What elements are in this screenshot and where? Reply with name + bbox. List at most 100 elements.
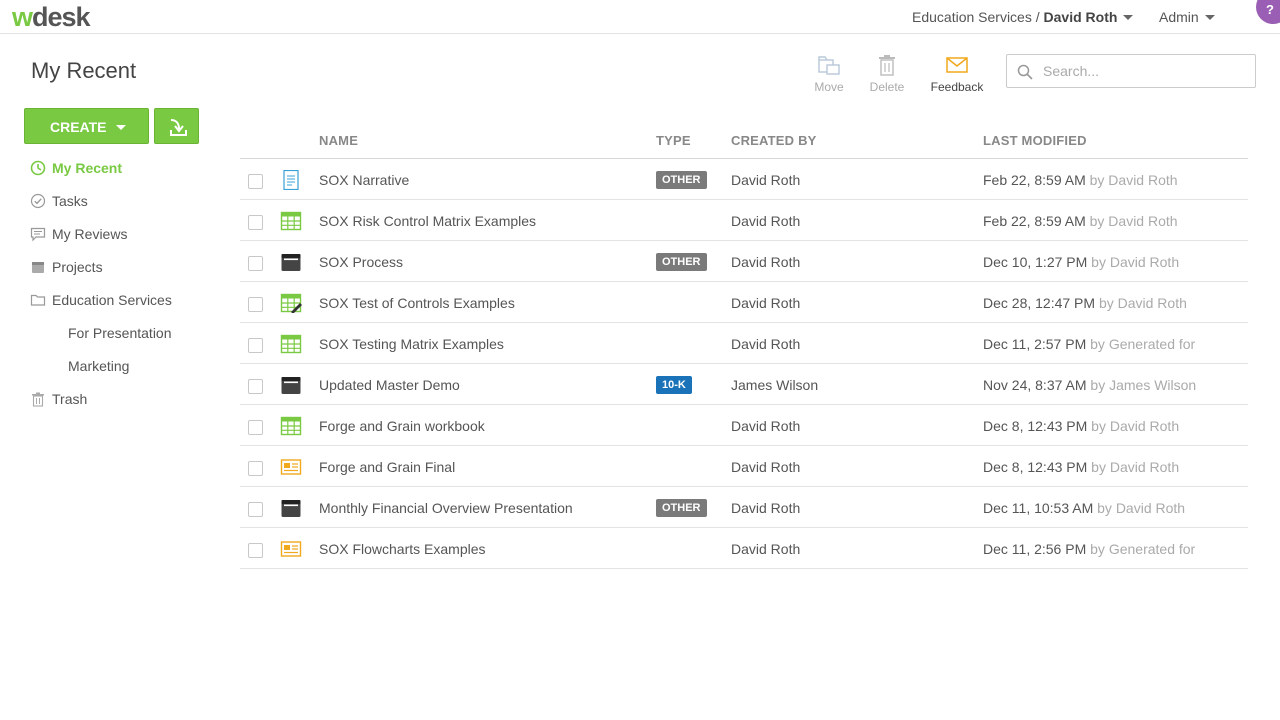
- modified-date: Dec 11, 10:53 AM: [983, 500, 1094, 516]
- org-switcher[interactable]: Education Services / David Roth: [912, 9, 1134, 25]
- file-name-link[interactable]: SOX Test of Controls Examples: [319, 295, 515, 311]
- created-by: David Roth: [731, 254, 801, 270]
- search-icon: [1017, 64, 1033, 80]
- modified-by: by James Wilson: [1090, 377, 1197, 393]
- last-modified: Dec 28, 12:47 PM by David Roth: [983, 295, 1187, 311]
- last-modified: Dec 8, 12:43 PM by David Roth: [983, 459, 1179, 475]
- modified-date: Feb 22, 8:59 AM: [983, 172, 1086, 188]
- modified-by: by David Roth: [1097, 500, 1186, 516]
- file-name-link[interactable]: SOX Process: [319, 254, 403, 270]
- chevron-down-icon: [116, 125, 126, 130]
- created-by: David Roth: [731, 418, 801, 434]
- file-name-link[interactable]: SOX Flowcharts Examples: [319, 541, 486, 557]
- modified-date: Nov 24, 8:37 AM: [983, 377, 1087, 393]
- move-button[interactable]: Move: [808, 54, 850, 94]
- modified-date: Dec 11, 2:56 PM: [983, 541, 1087, 557]
- file-name-link[interactable]: SOX Testing Matrix Examples: [319, 336, 504, 352]
- column-header-last-modified[interactable]: LAST MODIFIED: [983, 133, 1087, 148]
- modified-by: by David Roth: [1091, 418, 1180, 434]
- last-modified: Dec 10, 1:27 PM by David Roth: [983, 254, 1179, 270]
- table-row[interactable]: Monthly Financial Overview Presentation O…: [240, 487, 1248, 528]
- file-name-link[interactable]: Forge and Grain Final: [319, 459, 455, 475]
- table-row[interactable]: Forge and Grain Final David Roth Dec 8, 12…: [240, 446, 1248, 487]
- row-checkbox[interactable]: [248, 461, 263, 476]
- envelope-icon: [946, 57, 968, 73]
- create-button[interactable]: CREATE: [24, 108, 149, 144]
- created-by: David Roth: [731, 213, 801, 229]
- modified-by: by David Roth: [1091, 459, 1180, 475]
- help-button[interactable]: ?: [1256, 0, 1280, 24]
- last-modified: Dec 11, 2:56 PM by Generated for: [983, 541, 1195, 557]
- column-header-created-by[interactable]: CREATED BY: [731, 133, 817, 148]
- row-checkbox[interactable]: [248, 215, 263, 230]
- document-icon: [280, 169, 302, 191]
- spreadsheet-icon: [280, 334, 302, 354]
- table-row[interactable]: Updated Master Demo 10-K James Wilson Nov 2…: [240, 364, 1248, 405]
- trash-icon: [879, 55, 895, 76]
- row-checkbox[interactable]: [248, 543, 263, 558]
- last-modified: Dec 8, 12:43 PM by David Roth: [983, 418, 1179, 434]
- modified-date: Feb 22, 8:59 AM: [983, 213, 1086, 229]
- table-row[interactable]: SOX Flowcharts Examples David Roth Dec 11,…: [240, 528, 1248, 569]
- table-row[interactable]: SOX Test of Controls Examples David Roth D…: [240, 282, 1248, 323]
- type-badge: 10-K: [656, 376, 692, 394]
- last-modified: Dec 11, 10:53 AM by David Roth: [983, 500, 1185, 516]
- created-by: David Roth: [731, 172, 801, 188]
- column-header-name[interactable]: NAME: [319, 133, 358, 148]
- modified-date: Dec 11, 2:57 PM: [983, 336, 1087, 352]
- file-name-link[interactable]: Updated Master Demo: [319, 377, 460, 393]
- file-name-link[interactable]: SOX Risk Control Matrix Examples: [319, 213, 536, 229]
- delete-button[interactable]: Delete: [866, 54, 908, 94]
- table-row[interactable]: SOX Narrative OTHER David Roth Feb 22, 8:59…: [240, 159, 1248, 200]
- trash-icon: [32, 392, 44, 407]
- created-by: David Roth: [731, 295, 801, 311]
- binder-icon: [280, 252, 302, 272]
- chevron-down-icon: [1204, 14, 1215, 20]
- row-checkbox[interactable]: [248, 297, 263, 312]
- file-name-link[interactable]: Monthly Financial Overview Presentation: [319, 500, 573, 516]
- spreadsheet-edit-icon: [280, 293, 302, 314]
- spreadsheet-icon: [280, 416, 302, 436]
- table-row[interactable]: SOX Testing Matrix Examples David Roth Dec…: [240, 323, 1248, 364]
- table-row[interactable]: SOX Process OTHER David Roth Dec 10, 1:27 P…: [240, 241, 1248, 282]
- last-modified: Nov 24, 8:37 AM by James Wilson: [983, 377, 1196, 393]
- modified-by: by David Roth: [1089, 213, 1178, 229]
- admin-menu[interactable]: Admin: [1159, 9, 1215, 25]
- move-icon: [818, 56, 840, 75]
- created-by: David Roth: [731, 500, 801, 516]
- file-name-link[interactable]: Forge and Grain workbook: [319, 418, 485, 434]
- import-button[interactable]: [154, 108, 199, 144]
- spreadsheet-icon: [280, 211, 302, 231]
- chevron-down-icon: [1123, 14, 1134, 20]
- search-input[interactable]: [1043, 61, 1243, 81]
- modified-by: by David Roth: [1089, 172, 1178, 188]
- row-checkbox[interactable]: [248, 174, 263, 189]
- table-row[interactable]: SOX Risk Control Matrix Examples David Ro…: [240, 200, 1248, 241]
- table-row[interactable]: Forge and Grain workbook David Roth Dec 8,…: [240, 405, 1248, 446]
- modified-date: Dec 28, 12:47 PM: [983, 295, 1096, 311]
- binder-icon: [280, 375, 302, 395]
- row-checkbox[interactable]: [248, 502, 263, 517]
- created-by: David Roth: [731, 541, 801, 557]
- archive-box-icon: [32, 262, 44, 273]
- presentation-icon: [280, 539, 302, 559]
- row-checkbox[interactable]: [248, 338, 263, 353]
- modified-date: Dec 10, 1:27 PM: [983, 254, 1088, 270]
- row-checkbox[interactable]: [248, 379, 263, 394]
- check-circle-icon: [30, 193, 46, 209]
- file-name-link[interactable]: SOX Narrative: [319, 172, 409, 188]
- page-title: My Recent: [31, 58, 137, 83]
- type-badge: OTHER: [656, 171, 707, 189]
- top-bar: wdesk Education Services / David Roth Ad…: [0, 0, 1280, 34]
- column-header-type[interactable]: TYPE: [656, 133, 691, 148]
- type-badge: OTHER: [656, 499, 707, 517]
- last-modified: Feb 22, 8:59 AM by David Roth: [983, 172, 1178, 188]
- modified-date: Dec 8, 12:43 PM: [983, 418, 1088, 434]
- row-checkbox[interactable]: [248, 256, 263, 271]
- modified-by: by David Roth: [1098, 295, 1187, 311]
- row-checkbox[interactable]: [248, 420, 263, 435]
- clock-icon: [30, 160, 46, 176]
- wdesk-logo[interactable]: wdesk: [12, 2, 91, 32]
- feedback-button[interactable]: Feedback: [926, 54, 988, 94]
- org-name: Education Services: [912, 9, 1032, 25]
